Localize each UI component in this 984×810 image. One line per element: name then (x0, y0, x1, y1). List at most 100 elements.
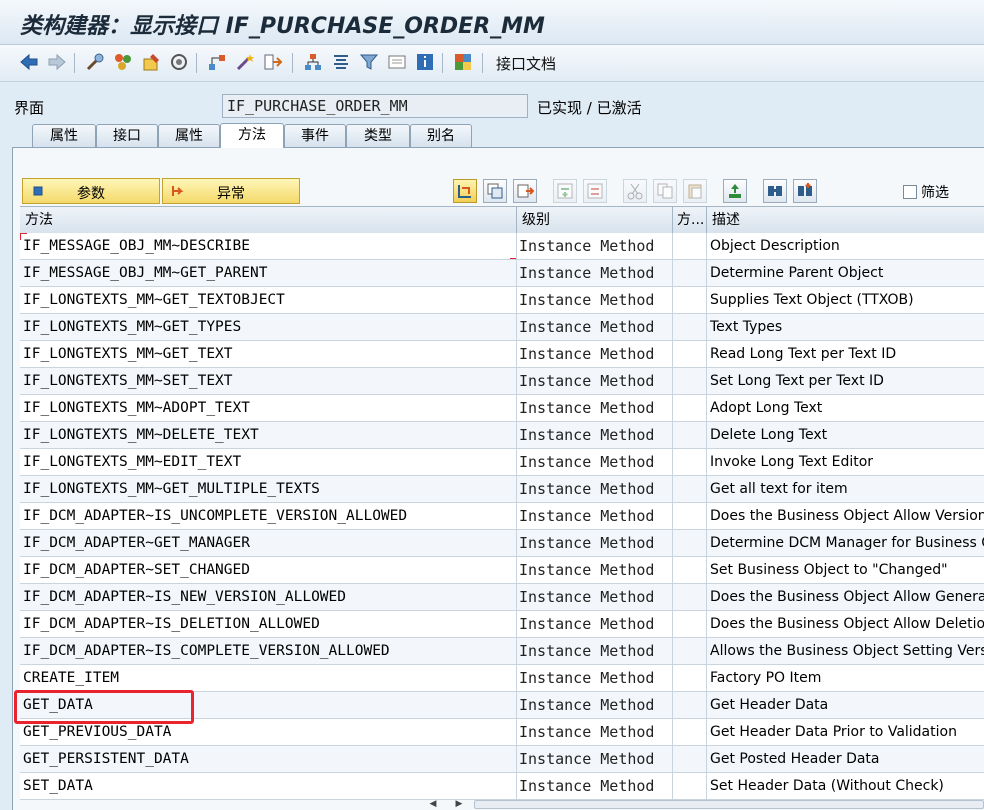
method-name-cell[interactable]: SET_DATA (20, 773, 517, 799)
tab-interfaces[interactable]: 接口 (96, 124, 158, 147)
method-name-cell[interactable]: IF_DCM_ADAPTER~IS_NEW_VERSION_ALLOWED (20, 584, 517, 610)
filter-toggle[interactable]: 筛选 (903, 182, 949, 202)
method-name-cell[interactable]: IF_DCM_ADAPTER~IS_DELETION_ALLOWED (20, 611, 517, 637)
methods-table-header: 方法 级别 方... 描述 (20, 206, 984, 234)
method-name-cell[interactable]: IF_LONGTEXTS_MM~ADOPT_TEXT (20, 395, 517, 421)
table-row[interactable]: GET_PERSISTENT_DATA Instance Method Get Po… (20, 746, 984, 773)
table-row[interactable]: GET_PREVIOUS_DATA Instance Method Get Head… (20, 719, 984, 746)
hierarchy-icon[interactable] (302, 51, 324, 73)
method-name-cell[interactable]: IF_DCM_ADAPTER~IS_COMPLETE_VERSION_ALLOW… (20, 638, 517, 664)
parameters-button[interactable]: 参数 (22, 178, 160, 204)
method-type-cell (673, 287, 707, 313)
delete-row-icon[interactable] (583, 179, 607, 203)
info-icon[interactable] (414, 51, 436, 73)
method-type-cell (673, 530, 707, 556)
multicolor-icon[interactable] (452, 51, 474, 73)
method-name-cell[interactable]: GET_DATA (20, 692, 517, 718)
table-row[interactable]: IF_LONGTEXTS_MM~GET_MULTIPLE_TEXTS Instan… (20, 476, 984, 503)
table-row[interactable]: IF_LONGTEXTS_MM~GET_TEXTOBJECT Instance M… (20, 287, 984, 314)
activate-icon[interactable] (168, 51, 190, 73)
table-row[interactable]: IF_DCM_ADAPTER~SET_CHANGED Instance Metho… (20, 557, 984, 584)
horizontal-scrollbar[interactable]: ◀ ▶ (428, 799, 984, 810)
table-row[interactable]: IF_LONGTEXTS_MM~SET_TEXT Instance Method S… (20, 368, 984, 395)
method-name-cell[interactable]: CREATE_ITEM (20, 665, 517, 691)
method-name-cell[interactable]: IF_LONGTEXTS_MM~GET_MULTIPLE_TEXTS (20, 476, 517, 502)
method-name-cell[interactable]: IF_MESSAGE_OBJ_MM~GET_PARENT (20, 260, 517, 286)
method-name-cell[interactable]: IF_LONGTEXTS_MM~GET_TYPES (20, 314, 517, 340)
filter-icon[interactable] (358, 51, 380, 73)
copy-rows-icon[interactable] (483, 179, 507, 203)
cut-icon[interactable] (623, 179, 647, 203)
method-name-cell[interactable]: IF_DCM_ADAPTER~GET_MANAGER (20, 530, 517, 556)
table-row[interactable]: IF_MESSAGE_OBJ_MM~GET_PARENT Instance Met… (20, 260, 984, 287)
scrollbar-thumb[interactable] (474, 800, 984, 809)
interface-documentation-button[interactable]: 接口文档 (496, 53, 556, 74)
tools-icon[interactable] (84, 51, 106, 73)
column-header-level[interactable]: 级别 (517, 207, 673, 233)
level-cell: Instance Method (517, 746, 673, 772)
navigate-icon[interactable] (262, 51, 284, 73)
find-next-icon[interactable] (793, 179, 817, 203)
method-name-cell[interactable]: IF_LONGTEXTS_MM~GET_TEXTOBJECT (20, 287, 517, 313)
column-header-method[interactable]: 方法 (20, 207, 517, 233)
tab-methods[interactable]: 方法 (220, 123, 284, 148)
tab-events[interactable]: 事件 (284, 124, 346, 147)
back-icon[interactable] (18, 51, 40, 73)
document-icon[interactable] (386, 51, 408, 73)
table-row[interactable]: IF_DCM_ADAPTER~IS_DELETION_ALLOWED Instan… (20, 611, 984, 638)
source-code-icon[interactable] (453, 179, 477, 203)
filter-checkbox[interactable] (903, 185, 917, 199)
objects-icon[interactable] (112, 51, 134, 73)
description-cell: Allows the Business Object Setting Versi… (710, 643, 984, 659)
pretty-printer-icon[interactable] (330, 51, 352, 73)
table-row[interactable]: IF_LONGTEXTS_MM~EDIT_TEXT Instance Method… (20, 449, 984, 476)
method-name-cell[interactable]: GET_PREVIOUS_DATA (20, 719, 517, 745)
scroll-right-icon[interactable]: ▶ (454, 799, 464, 810)
interface-name-field[interactable]: IF_PURCHASE_ORDER_MM (222, 94, 528, 118)
description-cell: Get Posted Header Data (710, 751, 880, 767)
append-row-icon[interactable] (553, 179, 577, 203)
scroll-left-icon[interactable]: ◀ (428, 799, 438, 810)
tab-aliases[interactable]: 别名 (410, 124, 472, 147)
method-name-cell[interactable]: IF_MESSAGE_OBJ_MM~DESCRIBE (20, 233, 517, 259)
insert-row-icon[interactable] (513, 179, 537, 203)
column-header-description[interactable]: 描述 (707, 207, 984, 233)
method-type-cell (673, 233, 707, 259)
magic-wand-icon[interactable] (234, 51, 256, 73)
table-row[interactable]: IF_DCM_ADAPTER~IS_COMPLETE_VERSION_ALLOW… (20, 638, 984, 665)
change-display-icon[interactable] (140, 51, 162, 73)
method-name-cell[interactable]: IF_LONGTEXTS_MM~EDIT_TEXT (20, 449, 517, 475)
level-cell: Instance Method (517, 476, 673, 502)
method-name-cell[interactable]: IF_DCM_ADAPTER~SET_CHANGED (20, 557, 517, 583)
table-row[interactable]: CREATE_ITEM Instance Method Factory PO Ite… (20, 665, 984, 692)
undo-icon[interactable] (723, 179, 747, 203)
tab-types[interactable]: 类型 (346, 124, 410, 147)
column-header-method-type[interactable]: 方... (673, 207, 707, 233)
filter-label: 筛选 (921, 185, 949, 201)
title-bar: 类构建器：显示接口 IF_PURCHASE_ORDER_MM (0, 0, 984, 45)
method-type-cell (673, 719, 707, 745)
method-name-cell[interactable]: IF_LONGTEXTS_MM~SET_TEXT (20, 368, 517, 394)
table-row[interactable]: IF_DCM_ADAPTER~IS_NEW_VERSION_ALLOWED Ins… (20, 584, 984, 611)
table-row[interactable]: IF_MESSAGE_OBJ_MM~DESCRIBE Instance Metho… (20, 233, 984, 260)
table-row[interactable]: IF_LONGTEXTS_MM~ADOPT_TEXT Instance Metho… (20, 395, 984, 422)
method-name-cell[interactable]: IF_LONGTEXTS_MM~GET_TEXT (20, 341, 517, 367)
find-icon[interactable] (763, 179, 787, 203)
table-row[interactable]: IF_DCM_ADAPTER~IS_UNCOMPLETE_VERSION_ALL… (20, 503, 984, 530)
paste-icon[interactable] (683, 179, 707, 203)
table-row[interactable]: SET_DATA Instance Method Set Header Data (… (20, 773, 984, 800)
table-row[interactable]: IF_DCM_ADAPTER~GET_MANAGER Instance Metho… (20, 530, 984, 557)
method-name-cell[interactable]: IF_DCM_ADAPTER~IS_UNCOMPLETE_VERSION_ALL… (20, 503, 517, 529)
table-row[interactable]: GET_DATA Instance Method Get Header Data (20, 692, 984, 719)
table-row[interactable]: IF_LONGTEXTS_MM~DELETE_TEXT Instance Meth… (20, 422, 984, 449)
copy-icon[interactable] (653, 179, 677, 203)
tab-properties[interactable]: 属性 (158, 124, 220, 147)
where-used-icon[interactable] (206, 51, 228, 73)
table-row[interactable]: IF_LONGTEXTS_MM~GET_TYPES Instance Method… (20, 314, 984, 341)
forward-icon[interactable] (46, 51, 68, 73)
table-row[interactable]: IF_LONGTEXTS_MM~GET_TEXT Instance Method R… (20, 341, 984, 368)
method-name-cell[interactable]: IF_LONGTEXTS_MM~DELETE_TEXT (20, 422, 517, 448)
tab-attributes[interactable]: 属性 (32, 124, 96, 147)
exceptions-button[interactable]: 异常 (162, 178, 300, 204)
method-name-cell[interactable]: GET_PERSISTENT_DATA (20, 746, 517, 772)
